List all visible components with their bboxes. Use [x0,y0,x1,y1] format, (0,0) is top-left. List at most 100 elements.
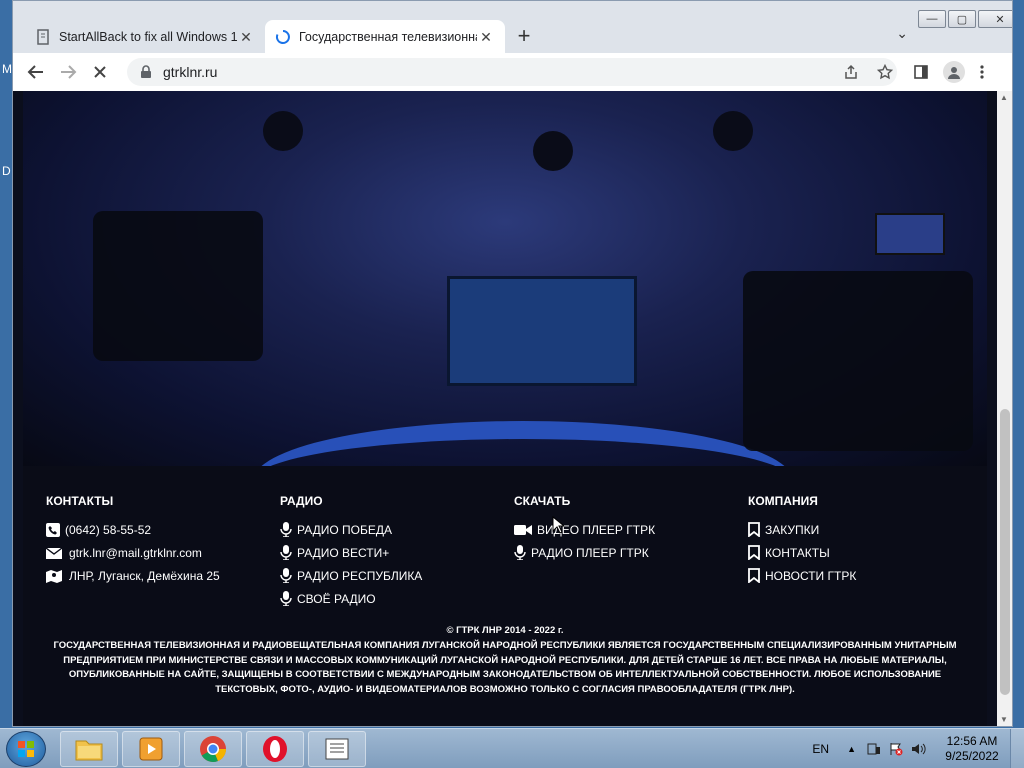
microphone-icon [280,568,292,583]
news-link[interactable]: НОВОСТИ ГТРК [748,564,978,587]
bookmark-icon [748,522,760,537]
address-bar[interactable]: gtrklnr.ru [127,58,897,86]
radio-player-link[interactable]: РАДИО ПЛЕЕР ГТРК [514,541,744,564]
desktop-icon-label: M [2,62,12,76]
bookmark-icon [748,568,760,583]
footer-item-label: (0642) 58-55-52 [65,522,152,537]
radio-link[interactable]: РАДИО РЕСПУБЛИКА [280,564,510,587]
studio-light [713,111,753,151]
microphone-icon [514,545,526,560]
radio-link[interactable]: РАДИО ПОБЕДА [280,518,510,541]
studio-monitor [447,276,637,386]
show-hidden-icons[interactable]: ▲ [847,744,856,754]
tab-close-icon[interactable]: ✕ [477,29,495,46]
file-explorer-icon [75,740,103,761]
lock-icon [141,65,151,78]
address-link[interactable]: ЛНР, Луганск, Демёхина 25 [46,564,276,587]
volume-icon[interactable] [910,741,926,757]
show-desktop-button[interactable] [1010,729,1024,768]
footer-item-label: ЗАКУПКИ [765,522,820,537]
map-icon [46,569,62,583]
footer-item-label: ЛНР, Луганск, Демёхина 25 [69,568,220,583]
studio-camera [743,271,973,451]
footer-item-label: РАДИО ВЕСТИ+ [297,545,390,560]
person-icon [948,67,960,79]
scroll-up-icon[interactable]: ▲ [1000,93,1008,102]
footer-item-label: РАДИО РЕСПУБЛИКА [297,568,423,583]
footer-column-company: КОМПАНИЯ ЗАКУПКИ КОНТАКТЫ НОВОСТИ ГТРК [748,494,978,587]
close-button[interactable]: ✕ [978,10,1012,28]
taskbar-chrome[interactable] [184,731,242,767]
maximize-button[interactable]: ▢ [948,10,976,28]
phone-link[interactable]: (0642) 58-55-52 [46,518,276,541]
microphone-icon [280,522,292,537]
new-tab-button[interactable]: + [513,25,535,47]
footer-heading: РАДИО [280,494,323,508]
tab-close-icon[interactable]: ✕ [237,29,255,46]
footer-item-label: gtrk.lnr@mail.gtrklnr.com [69,545,202,560]
email-link[interactable]: gtrk.lnr@mail.gtrklnr.com [46,541,276,564]
taskbar-opera[interactable] [246,731,304,767]
minimize-button[interactable]: — [918,10,946,28]
tab-startallback[interactable]: StartAllBack to fix all Windows 11 ✕ [25,20,265,54]
footer-column-radio: РАДИО РАДИО ПОБЕДА РАДИО ВЕСТИ+ РАДИО РЕ… [280,494,510,610]
footer-item-label: СВОЁ РАДИО [297,591,376,606]
taskbar-file-explorer[interactable] [60,731,118,767]
desktop-icon-label: D [2,164,11,178]
forward-button[interactable] [57,61,79,83]
action-center-flag-icon[interactable] [888,741,904,757]
menu-dots-icon[interactable] [979,64,985,80]
envelope-icon [46,546,63,559]
footer-heading: СКАЧАТЬ [514,494,571,508]
scroll-down-icon[interactable]: ▼ [1000,715,1008,724]
taskbar: EN ▲ 12:56 AM 9/25/2022 [0,728,1024,768]
windows-logo-icon [18,741,34,757]
studio-background-image [23,91,987,466]
footer-item-label: РАДИО ПЛЕЕР ГТРК [531,545,649,560]
share-icon[interactable] [843,64,859,80]
opera-icon [263,736,287,762]
arrow-left-icon [27,65,43,79]
stop-loading-button[interactable] [89,61,111,83]
taskbar-notepad[interactable] [308,731,366,767]
scrollbar-thumb[interactable] [1000,409,1010,695]
start-button[interactable] [6,731,46,767]
tab-strip: StartAllBack to fix all Windows 11 ✕ Гос… [13,1,1012,54]
clock[interactable]: 12:56 AM 9/25/2022 [934,734,1010,764]
web-page: КОНТАКТЫ (0642) 58-55-52 gtrk.lnr@mail.g… [13,91,997,726]
loading-spinner-icon [275,30,290,44]
studio-camera [93,211,263,361]
footer-column-download: СКАЧАТЬ ВИДЕО ПЛЕЕР ГТРК РАДИО ПЛЕЕР ГТР… [514,494,744,564]
page-scrollbar[interactable]: ▲ ▼ [997,91,1012,726]
radio-link[interactable]: РАДИО ВЕСТИ+ [280,541,510,564]
tab-gtrk[interactable]: Государственная телевизионная ✕ [265,20,505,54]
radio-link[interactable]: СВОЁ РАДИО [280,587,510,610]
taskbar-media-player[interactable] [122,731,180,767]
browser-toolbar: gtrklnr.ru [13,53,1012,91]
toolbar-right [913,59,1012,85]
procurement-link[interactable]: ЗАКУПКИ [748,518,978,541]
phone-icon [46,522,60,537]
device-icon[interactable] [866,741,882,757]
footer-item-label: КОНТАКТЫ [765,545,830,560]
side-panel-icon[interactable] [913,64,929,80]
bookmark-star-icon[interactable] [877,64,893,80]
tab-search-button[interactable]: ⌄ [896,25,908,42]
video-camera-icon [514,524,532,535]
profile-avatar[interactable] [943,61,965,83]
window-controls: — ▢ ✕ [916,10,1012,30]
footer-column-contacts: КОНТАКТЫ (0642) 58-55-52 gtrk.lnr@mail.g… [46,494,276,587]
footer-item-label: НОВОСТИ ГТРК [765,568,857,583]
chrome-icon [200,736,226,762]
studio-light [533,131,573,171]
clock-time: 12:56 AM [946,734,998,748]
back-button[interactable] [25,61,47,83]
language-indicator[interactable]: EN [812,742,829,756]
bookmark-icon [748,545,760,560]
contacts-link[interactable]: КОНТАКТЫ [748,541,978,564]
camera-screen [875,213,945,255]
studio-light [263,111,303,151]
footer-heading: КОНТАКТЫ [46,494,114,508]
video-player-link[interactable]: ВИДЕО ПЛЕЕР ГТРК [514,518,744,541]
copyright-text: ГОСУДАРСТВЕННАЯ ТЕЛЕВИЗИОННАЯ И РАДИОВЕЩ… [53,639,957,696]
